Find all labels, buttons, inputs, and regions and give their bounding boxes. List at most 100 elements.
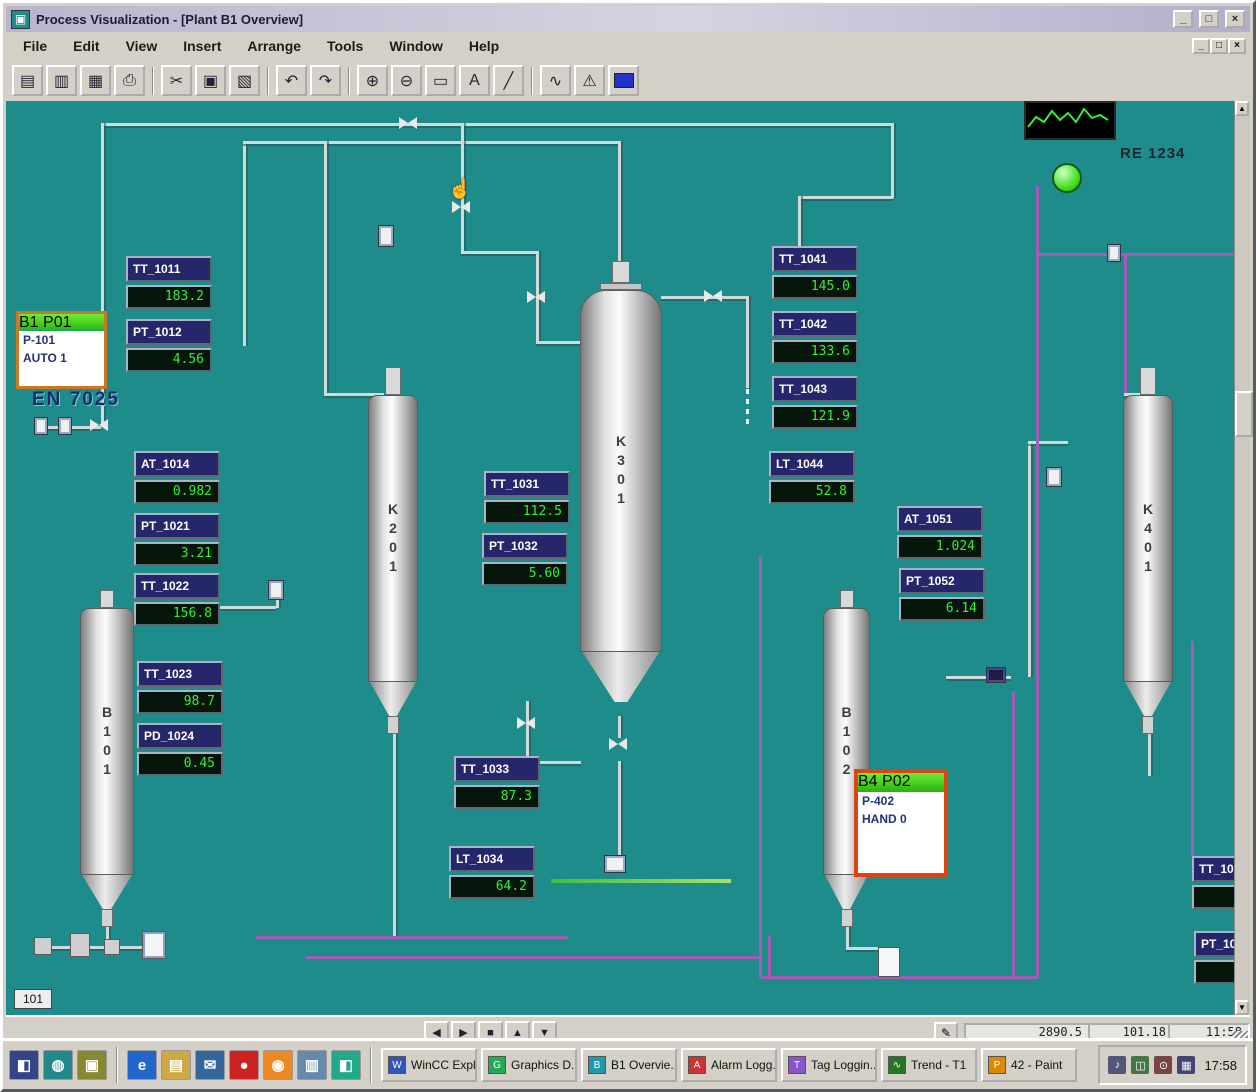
task-button-wincc-explorer[interactable]: W WinCC Expl... xyxy=(381,1048,477,1082)
child-close-button[interactable]: × xyxy=(1228,38,1246,54)
menu-file[interactable]: File xyxy=(10,34,60,58)
new-button[interactable]: ▤ xyxy=(12,65,43,96)
vessel-k401[interactable]: K401 xyxy=(1124,367,1172,734)
pump-status-panel-right[interactable]: B4 P02 P-402 HAND 0 xyxy=(854,769,948,877)
valve-icon[interactable] xyxy=(609,738,627,750)
minimize-button[interactable]: _ xyxy=(1173,10,1193,28)
instrument-tag-tt1043[interactable]: TT_1043 121.9 xyxy=(772,376,858,429)
equipment-icon[interactable] xyxy=(142,931,166,959)
trend-view-button[interactable]: ∿ xyxy=(540,65,571,96)
vertical-scrollbar[interactable]: ▲ ▼ xyxy=(1234,101,1250,1015)
update-icon[interactable]: ◉ xyxy=(263,1050,293,1080)
alarm-view-button[interactable]: ⚠ xyxy=(574,65,605,96)
select-tool-button[interactable]: ▭ xyxy=(425,65,456,96)
task-button-paint[interactable]: P 42 - Paint xyxy=(981,1048,1077,1082)
task-button-tag-logging[interactable]: T Tag Loggin... xyxy=(781,1048,877,1082)
instrument-tag-at1014[interactable]: AT_1014 0.982 xyxy=(134,451,220,504)
child-minimize-button[interactable]: _ xyxy=(1192,38,1210,54)
instrument-tag-lt1044[interactable]: LT_1044 52.8 xyxy=(769,451,855,504)
hand-valve[interactable] xyxy=(452,201,470,213)
instrument-tag-tt1042[interactable]: TT_1042 133.6 xyxy=(772,311,858,364)
paste-button[interactable]: ▧ xyxy=(229,65,260,96)
shell-icon[interactable]: ◧ xyxy=(9,1050,39,1080)
line-tool-button[interactable]: ╱ xyxy=(493,65,524,96)
instrument-tag-pt1032[interactable]: PT_1032 5.60 xyxy=(482,533,568,586)
channels-icon[interactable]: ▣ xyxy=(77,1050,107,1080)
copy-button[interactable]: ▣ xyxy=(195,65,226,96)
text-tool-button[interactable]: A xyxy=(459,65,490,96)
menu-view[interactable]: View xyxy=(113,34,171,58)
open-button[interactable]: ▥ xyxy=(46,65,77,96)
field-instrument[interactable] xyxy=(1107,244,1121,262)
scheduler-icon[interactable]: ▦ xyxy=(1177,1056,1195,1074)
menu-tools[interactable]: Tools xyxy=(314,34,376,58)
task-button-trend[interactable]: ∿ Trend - T1 xyxy=(881,1048,977,1082)
instrument-tag-tt1011[interactable]: TT_1011 183.2 xyxy=(126,256,212,309)
print-button[interactable]: ⎙ xyxy=(114,65,145,96)
clock[interactable]: 17:58 xyxy=(1200,1058,1237,1073)
paint-icon[interactable]: ◧ xyxy=(331,1050,361,1080)
scroll-up-button[interactable]: ▲ xyxy=(1235,101,1249,116)
instrument-tag-pt1012[interactable]: PT_1012 4.56 xyxy=(126,319,212,372)
task-button-alarm-logging[interactable]: A Alarm Logg... xyxy=(681,1048,777,1082)
documents-icon[interactable]: ▥ xyxy=(297,1050,327,1080)
color-swatch-button[interactable] xyxy=(608,65,639,96)
run-lamp-icon[interactable] xyxy=(1052,163,1082,193)
close-button[interactable]: × xyxy=(1225,10,1245,28)
media-icon[interactable]: ● xyxy=(229,1050,259,1080)
field-instrument[interactable] xyxy=(58,417,72,435)
vessel-b101[interactable]: B101 xyxy=(81,590,133,927)
scrollbar-thumb[interactable] xyxy=(1235,391,1253,437)
field-instrument[interactable] xyxy=(268,580,284,600)
field-instrument[interactable] xyxy=(378,225,394,247)
network-icon[interactable]: ◫ xyxy=(1131,1056,1149,1074)
undo-button[interactable]: ↶ xyxy=(276,65,307,96)
menu-window[interactable]: Window xyxy=(376,34,456,58)
instrument-tag-lt1034[interactable]: LT_1034 64.2 xyxy=(449,846,535,899)
show-desktop-icon[interactable]: ◍ xyxy=(43,1050,73,1080)
valve-icon[interactable] xyxy=(517,717,535,729)
valve-icon[interactable] xyxy=(527,291,545,303)
redo-button[interactable]: ↷ xyxy=(310,65,341,96)
instrument-tag-at1051[interactable]: AT_1051 1.024 xyxy=(897,506,983,559)
trend-display[interactable] xyxy=(1024,101,1116,140)
zoom-out-button[interactable]: ⊖ xyxy=(391,65,422,96)
pump-status-panel-left[interactable]: B1 P01 P-101 AUTO 1 xyxy=(16,311,107,389)
pump-icon[interactable] xyxy=(604,855,626,873)
task-button-b1-overview[interactable]: B B1 Overvie... xyxy=(581,1048,677,1082)
cut-button[interactable]: ✂ xyxy=(161,65,192,96)
explorer-icon[interactable]: ▤ xyxy=(161,1050,191,1080)
vessel-k301[interactable]: K301 xyxy=(581,261,661,702)
instrument-tag-pt1021[interactable]: PT_1021 3.21 xyxy=(134,513,220,566)
instrument-tag-tt1031[interactable]: TT_1031 112.5 xyxy=(484,471,570,524)
instrument-tag-tt1022[interactable]: TT_1022 156.8 xyxy=(134,573,220,626)
valve-icon[interactable] xyxy=(399,117,417,129)
menu-help[interactable]: Help xyxy=(456,34,512,58)
field-instrument[interactable] xyxy=(1046,467,1062,487)
mail-icon[interactable]: ✉ xyxy=(195,1050,225,1080)
volume-icon[interactable]: ♪ xyxy=(1108,1056,1126,1074)
vessel-k201[interactable]: K201 xyxy=(369,367,417,734)
task-button-graphics-designer[interactable]: G Graphics D... xyxy=(481,1048,577,1082)
equipment-icon[interactable] xyxy=(34,937,52,955)
instrument-tag-pt1052[interactable]: PT_1052 6.14 xyxy=(899,568,985,621)
menu-arrange[interactable]: Arrange xyxy=(234,34,314,58)
equipment-icon[interactable] xyxy=(104,939,120,955)
field-instrument[interactable] xyxy=(34,417,48,435)
instrument-tag-tt1033[interactable]: TT_1033 87.3 xyxy=(454,756,540,809)
valve-icon[interactable] xyxy=(704,290,722,302)
child-restore-button[interactable]: □ xyxy=(1210,38,1228,54)
internet-icon[interactable]: e xyxy=(127,1050,157,1080)
field-instrument[interactable] xyxy=(986,667,1006,683)
maximize-button[interactable]: □ xyxy=(1199,10,1219,28)
instrument-tag-tt1023[interactable]: TT_1023 98.7 xyxy=(137,661,223,714)
menu-edit[interactable]: Edit xyxy=(60,34,112,58)
instrument-tag-pd1024[interactable]: PD_1024 0.45 xyxy=(137,723,223,776)
zoom-in-button[interactable]: ⊕ xyxy=(357,65,388,96)
equipment-icon[interactable] xyxy=(70,933,90,957)
menu-insert[interactable]: Insert xyxy=(170,34,234,58)
monitor-icon[interactable]: ⊙ xyxy=(1154,1056,1172,1074)
instrument-tag-tt1041[interactable]: TT_1041 145.0 xyxy=(772,246,858,299)
valve-icon[interactable] xyxy=(90,419,108,431)
scroll-down-button[interactable]: ▼ xyxy=(1235,1000,1249,1015)
